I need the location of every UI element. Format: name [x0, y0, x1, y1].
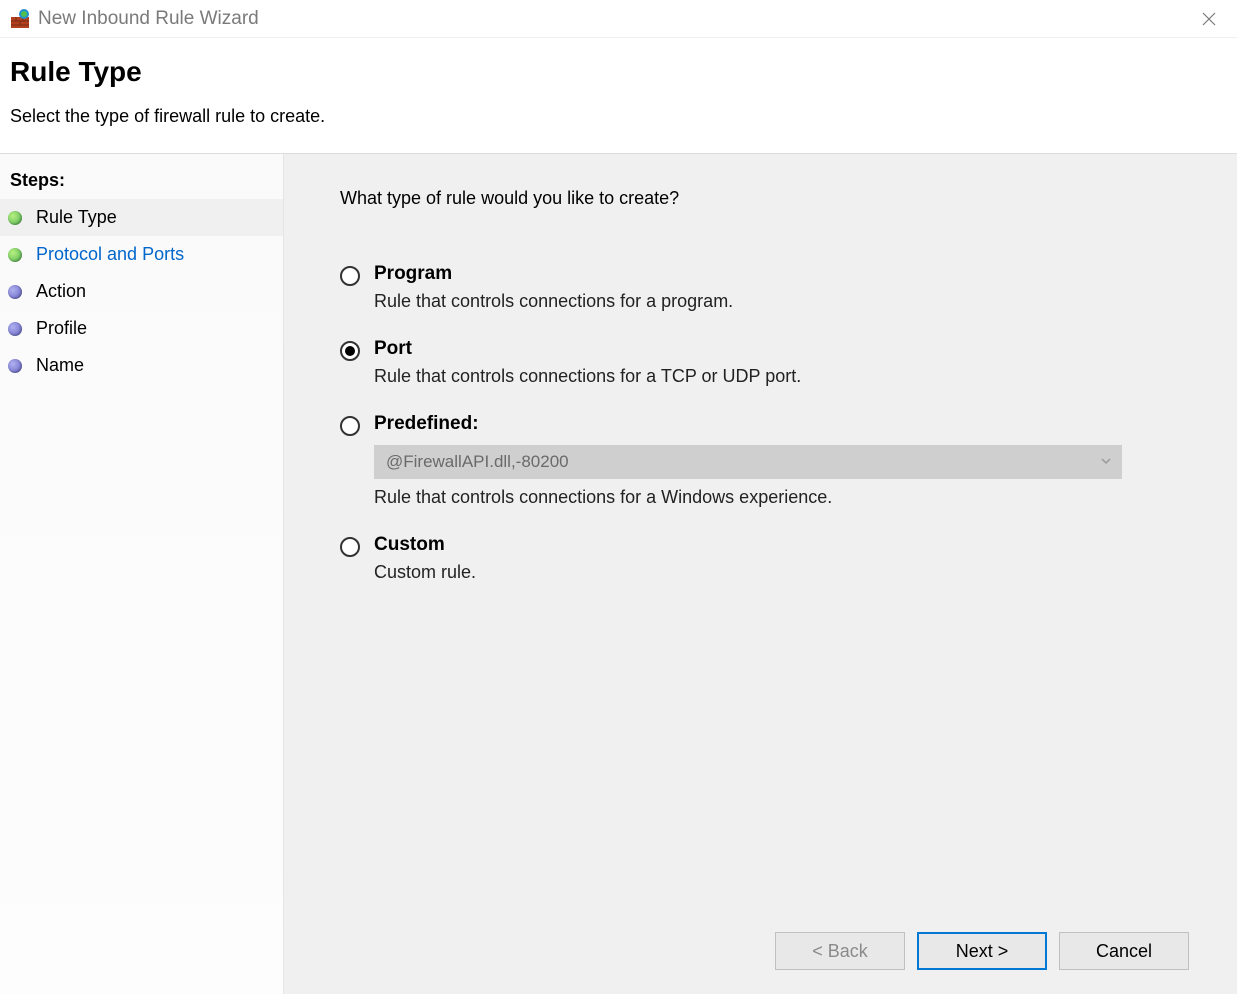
steps-sidebar: Steps: Rule Type Protocol and Ports Acti… — [0, 154, 284, 994]
radio-predefined[interactable] — [340, 416, 360, 436]
predefined-dropdown[interactable]: @FirewallAPI.dll,-80200 — [374, 445, 1122, 479]
step-label: Profile — [36, 318, 87, 339]
next-button[interactable]: Next > — [917, 932, 1047, 970]
step-rule-type[interactable]: Rule Type — [0, 199, 283, 236]
option-title: Predefined: — [374, 413, 1181, 435]
back-button: < Back — [775, 932, 905, 970]
chevron-down-icon — [1100, 452, 1112, 472]
wizard-body: Steps: Rule Type Protocol and Ports Acti… — [0, 154, 1237, 994]
step-name[interactable]: Name — [0, 347, 283, 384]
steps-heading: Steps: — [0, 164, 283, 199]
step-bullet-icon — [8, 248, 22, 262]
option-title: Custom — [374, 534, 1181, 556]
step-action[interactable]: Action — [0, 273, 283, 310]
step-label: Protocol and Ports — [36, 244, 184, 265]
option-content: Program Rule that controls connections f… — [374, 263, 1181, 312]
radio-custom[interactable] — [340, 537, 360, 557]
wizard-footer: < Back Next > Cancel — [775, 932, 1189, 970]
option-desc: Rule that controls connections for a pro… — [374, 291, 1181, 312]
step-bullet-icon — [8, 359, 22, 373]
page-subtitle: Select the type of firewall rule to crea… — [10, 106, 1227, 127]
predefined-selected-value: @FirewallAPI.dll,-80200 — [386, 452, 569, 472]
step-bullet-icon — [8, 211, 22, 225]
close-icon — [1201, 11, 1217, 27]
option-desc: Custom rule. — [374, 562, 1181, 583]
step-label: Rule Type — [36, 207, 117, 228]
option-desc: Rule that controls connections for a TCP… — [374, 366, 1181, 387]
step-protocol-and-ports[interactable]: Protocol and Ports — [0, 236, 283, 273]
option-program[interactable]: Program Rule that controls connections f… — [340, 263, 1181, 312]
close-button[interactable] — [1189, 4, 1229, 34]
option-desc: Rule that controls connections for a Win… — [374, 487, 1181, 508]
page-title: Rule Type — [10, 56, 1227, 88]
option-custom[interactable]: Custom Custom rule. — [340, 534, 1181, 583]
rule-type-options: Program Rule that controls connections f… — [340, 263, 1181, 609]
option-port[interactable]: Port Rule that controls connections for … — [340, 338, 1181, 387]
cancel-button[interactable]: Cancel — [1059, 932, 1189, 970]
wizard-header: Rule Type Select the type of firewall ru… — [0, 38, 1237, 139]
window-title: New Inbound Rule Wizard — [38, 8, 1189, 30]
firewall-icon — [10, 9, 30, 29]
option-content: Port Rule that controls connections for … — [374, 338, 1181, 387]
wizard-question: What type of rule would you like to crea… — [340, 188, 1181, 209]
step-profile[interactable]: Profile — [0, 310, 283, 347]
step-bullet-icon — [8, 285, 22, 299]
radio-program[interactable] — [340, 266, 360, 286]
option-content: Predefined: @FirewallAPI.dll,-80200 Rule… — [374, 413, 1181, 508]
option-predefined[interactable]: Predefined: @FirewallAPI.dll,-80200 Rule… — [340, 413, 1181, 508]
step-bullet-icon — [8, 322, 22, 336]
step-label: Action — [36, 281, 86, 302]
radio-port[interactable] — [340, 341, 360, 361]
option-title: Port — [374, 338, 1181, 360]
option-title: Program — [374, 263, 1181, 285]
main-panel: What type of rule would you like to crea… — [284, 154, 1237, 994]
titlebar: New Inbound Rule Wizard — [0, 0, 1237, 38]
option-content: Custom Custom rule. — [374, 534, 1181, 583]
step-label: Name — [36, 355, 84, 376]
